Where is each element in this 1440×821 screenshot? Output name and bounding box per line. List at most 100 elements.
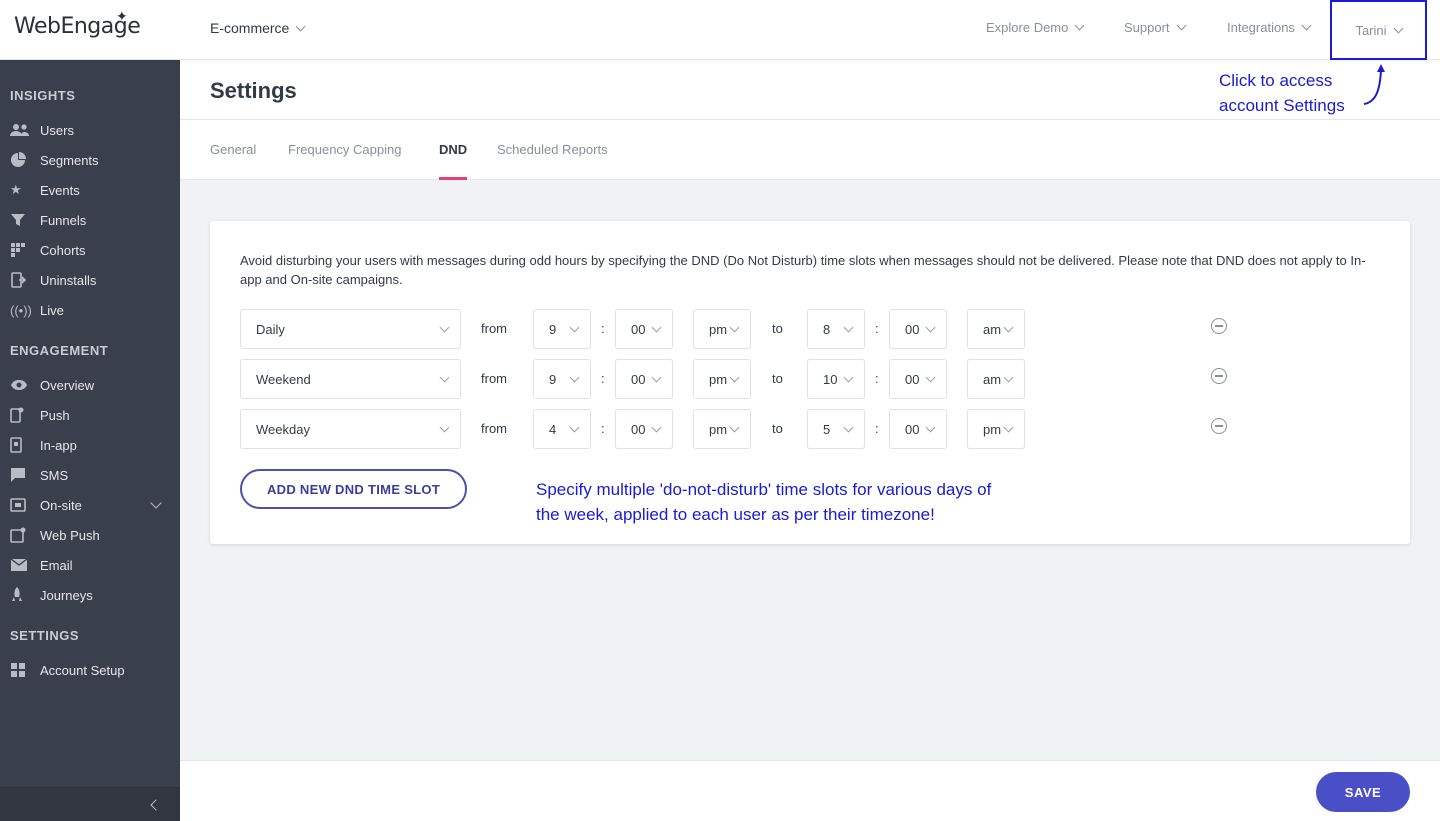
to-hour-select[interactable]: 5 bbox=[807, 409, 865, 449]
user-account-menu[interactable]: Tarini bbox=[1330, 0, 1427, 60]
tab-scheduled-reports[interactable]: Scheduled Reports bbox=[497, 142, 608, 157]
to-ampm-select[interactable]: am bbox=[967, 359, 1025, 399]
from-ampm-select[interactable]: pm bbox=[693, 409, 751, 449]
sidebar-item-label: In-app bbox=[40, 437, 77, 453]
from-minute-select[interactable]: 00 bbox=[615, 309, 673, 349]
select-value: pm bbox=[983, 421, 1002, 437]
chevron-down-icon bbox=[439, 422, 450, 433]
sidebar-item-in-app[interactable]: In-app bbox=[0, 433, 180, 457]
sidebar-item-account-setup[interactable]: Account Setup bbox=[0, 658, 180, 682]
sidebar-collapse-button[interactable] bbox=[0, 787, 180, 821]
save-button[interactable]: SAVE bbox=[1316, 772, 1410, 812]
select-value: 00 bbox=[905, 421, 920, 437]
to-hour-select[interactable]: 10 bbox=[807, 359, 865, 399]
select-value: am bbox=[983, 321, 1002, 337]
to-ampm-select[interactable]: am bbox=[967, 309, 1025, 349]
chevron-down-icon bbox=[1003, 322, 1014, 333]
sidebar-item-label: Overview bbox=[40, 377, 95, 393]
sidebar-item-push[interactable]: Push bbox=[0, 403, 180, 427]
annotation-arrow-icon bbox=[1363, 64, 1385, 105]
dnd-day-select[interactable]: Weekend bbox=[240, 359, 461, 399]
sidebar-item-label: Account Setup bbox=[40, 662, 125, 678]
integrations-menu[interactable]: Integrations bbox=[1227, 20, 1312, 35]
project-switcher[interactable]: E-commerce bbox=[210, 20, 306, 36]
sidebar-item-sms[interactable]: SMS bbox=[0, 463, 180, 487]
chevron-down-icon bbox=[1003, 372, 1014, 383]
sidebar-item-web-push[interactable]: Web Push bbox=[0, 523, 180, 547]
select-value: pm bbox=[709, 321, 728, 337]
sidebar-item-label: Users bbox=[40, 122, 74, 138]
dnd-day-select[interactable]: Daily bbox=[240, 309, 461, 349]
chevron-down-icon bbox=[439, 322, 450, 333]
to-minute-select[interactable]: 00 bbox=[889, 309, 947, 349]
chevron-down-icon bbox=[569, 422, 580, 433]
tab-dnd[interactable]: DND bbox=[439, 142, 467, 157]
users-icon bbox=[0, 123, 30, 137]
sidebar-item-events[interactable]: ★ Events bbox=[0, 178, 180, 202]
sidebar-item-funnels[interactable]: Funnels bbox=[0, 208, 180, 232]
main-content: Settings Click to access account Setting… bbox=[180, 60, 1440, 821]
chevron-down-icon bbox=[295, 21, 306, 31]
chevron-down-icon bbox=[1393, 23, 1403, 33]
tab-general[interactable]: General bbox=[210, 142, 256, 157]
from-minute-select[interactable]: 00 bbox=[615, 359, 673, 399]
dnd-day-select[interactable]: Weekday bbox=[240, 409, 461, 449]
email-icon bbox=[0, 558, 30, 572]
from-hour-select[interactable]: 4 bbox=[533, 409, 591, 449]
sidebar-item-label: On-site bbox=[40, 497, 82, 513]
segments-icon bbox=[0, 152, 30, 168]
sidebar-item-email[interactable]: Email bbox=[0, 553, 180, 577]
tab-frequency-capping[interactable]: Frequency Capping bbox=[288, 142, 401, 157]
logo-bird-icon: ✦ bbox=[116, 9, 128, 25]
support-menu[interactable]: Support bbox=[1124, 20, 1186, 35]
from-minute-select[interactable]: 00 bbox=[615, 409, 673, 449]
select-value: 00 bbox=[631, 421, 646, 437]
to-ampm-select[interactable]: pm bbox=[967, 409, 1025, 449]
settings-annotation-line1: Click to access bbox=[1219, 71, 1333, 90]
remove-slot-icon[interactable] bbox=[1211, 368, 1227, 384]
to-minute-select[interactable]: 00 bbox=[889, 409, 947, 449]
remove-slot-icon[interactable] bbox=[1211, 418, 1227, 434]
settings-annotation: Click to access account Settings bbox=[1219, 68, 1345, 118]
webengage-logo[interactable]: WebEngage ✦ bbox=[14, 9, 141, 39]
sidebar-item-live[interactable]: ((•)) Live bbox=[0, 298, 180, 322]
sidebar-item-segments[interactable]: Segments bbox=[0, 148, 180, 172]
chevron-down-icon[interactable] bbox=[150, 497, 162, 509]
select-value: 00 bbox=[905, 371, 920, 387]
select-value: 00 bbox=[631, 371, 646, 387]
sidebar-item-overview[interactable]: Overview bbox=[0, 373, 180, 397]
time-colon: : bbox=[601, 321, 605, 336]
sidebar-item-uninstalls[interactable]: Uninstalls bbox=[0, 268, 180, 292]
sidebar-item-on-site[interactable]: On-site bbox=[0, 493, 180, 517]
slots-annotation-line1: Specify multiple 'do-not-disturb' time s… bbox=[536, 480, 992, 499]
time-colon: : bbox=[601, 371, 605, 386]
eye-icon bbox=[0, 379, 30, 391]
from-ampm-select[interactable]: pm bbox=[693, 359, 751, 399]
chevron-left-icon bbox=[150, 799, 162, 811]
to-minute-select[interactable]: 00 bbox=[889, 359, 947, 399]
web-push-icon bbox=[0, 527, 30, 543]
select-value: 00 bbox=[905, 321, 920, 337]
add-dnd-slot-button[interactable]: ADD NEW DND TIME SLOT bbox=[240, 469, 467, 509]
slots-annotation: Specify multiple 'do-not-disturb' time s… bbox=[536, 477, 991, 527]
chevron-down-icon bbox=[651, 422, 662, 433]
from-hour-select[interactable]: 9 bbox=[533, 309, 591, 349]
sidebar-item-label: Funnels bbox=[40, 212, 87, 228]
from-hour-select[interactable]: 9 bbox=[533, 359, 591, 399]
sidebar-item-label: Segments bbox=[40, 152, 99, 168]
dnd-description: Avoid disturbing your users with message… bbox=[240, 253, 1366, 287]
sidebar-item-journeys[interactable]: Journeys bbox=[0, 583, 180, 607]
to-hour-select[interactable]: 8 bbox=[807, 309, 865, 349]
in-app-icon bbox=[0, 437, 30, 453]
sidebar-item-cohorts[interactable]: Cohorts bbox=[0, 238, 180, 262]
from-ampm-select[interactable]: pm bbox=[693, 309, 751, 349]
chevron-down-icon bbox=[1176, 20, 1186, 31]
integrations-label: Integrations bbox=[1227, 20, 1295, 35]
sidebar-item-users[interactable]: Users bbox=[0, 118, 180, 142]
uninstall-icon bbox=[0, 272, 30, 288]
chevron-down-icon bbox=[439, 372, 450, 383]
settings-tabs: General Frequency Capping DND Scheduled … bbox=[180, 120, 1440, 180]
explore-demo-menu[interactable]: Explore Demo bbox=[986, 20, 1085, 35]
remove-slot-icon[interactable] bbox=[1211, 318, 1227, 334]
account-setup-icon bbox=[0, 662, 30, 678]
